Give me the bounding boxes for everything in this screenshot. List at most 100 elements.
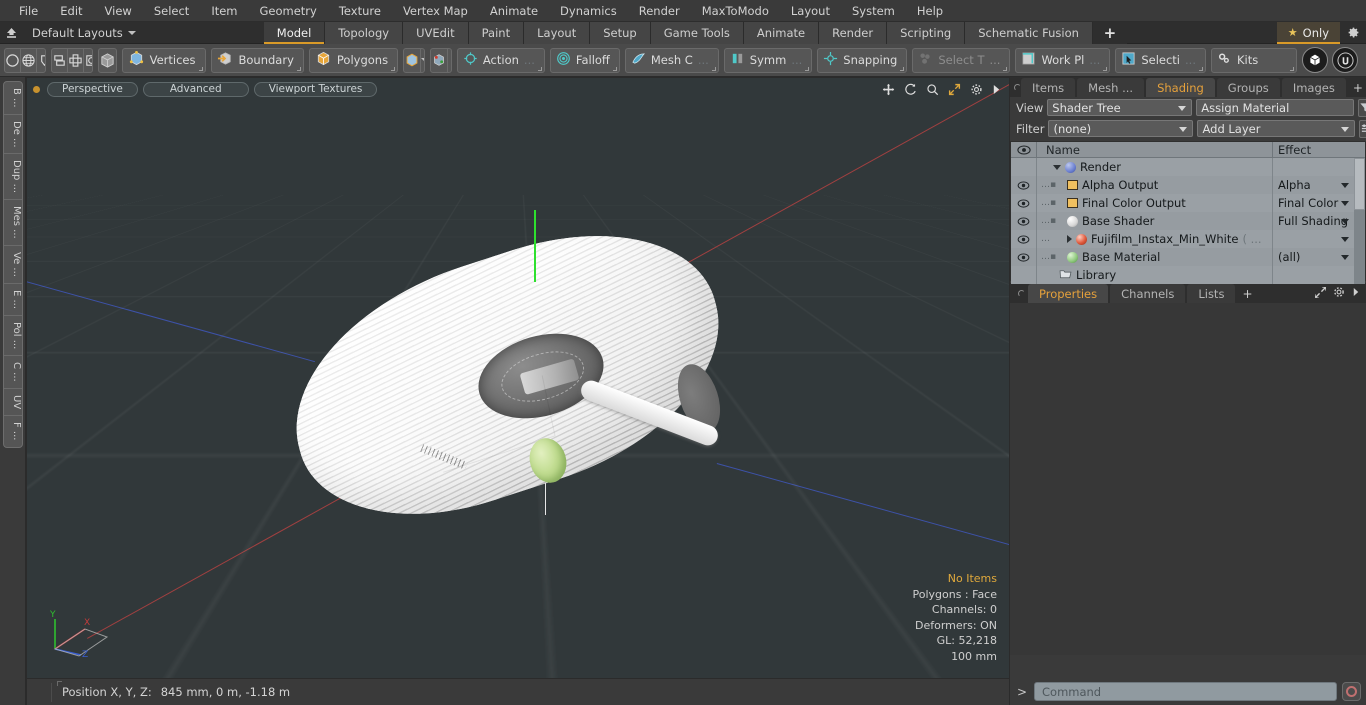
zoom-icon[interactable]	[926, 83, 939, 96]
gear-icon[interactable]	[1333, 286, 1345, 301]
twisty-down-icon[interactable]	[1053, 164, 1061, 170]
unreal-engine-icon[interactable]	[1332, 47, 1358, 73]
rotate-icon[interactable]	[904, 83, 917, 96]
left-tab-mesh[interactable]: Mes ...	[4, 200, 22, 246]
row-effect-cell[interactable]: (all)	[1273, 248, 1365, 266]
viewport-textures-dropdown[interactable]: Viewport Textures	[253, 81, 378, 97]
tool-button-falloff[interactable]: Falloff	[549, 47, 620, 73]
mode-button-polygons[interactable]: Polygons	[308, 47, 399, 73]
tab-lists[interactable]: Lists	[1187, 284, 1236, 303]
viewport-shading-dropdown[interactable]: Advanced	[142, 81, 249, 97]
shader-tree[interactable]: Name Effect Render …▪ Alpha Output Alpha…	[1010, 141, 1366, 284]
left-tab-basic[interactable]: B ...	[4, 82, 22, 115]
cube-orange-icon[interactable]	[404, 48, 422, 72]
left-tab-duplicate[interactable]: Dup ...	[4, 154, 22, 201]
layout-tab-layout[interactable]: Layout	[524, 21, 591, 44]
tool-button-select-through[interactable]: Select T ...	[912, 47, 1011, 73]
chevron-down-icon[interactable]	[421, 49, 424, 72]
tab-shading[interactable]: Shading	[1146, 78, 1215, 97]
tool-button-kits[interactable]: Kits	[1211, 47, 1297, 73]
left-tab-curve[interactable]: C ...	[4, 356, 22, 389]
frame-icon[interactable]	[84, 49, 92, 72]
tool-button-snapping[interactable]: Snapping	[817, 47, 908, 73]
layout-tab-paint[interactable]: Paint	[468, 21, 525, 44]
row-effect-cell[interactable]: Final Color	[1273, 194, 1365, 212]
mode-button-vertices[interactable]: Vertices	[121, 47, 206, 73]
center-icon[interactable]	[68, 48, 84, 72]
stack-icon[interactable]	[52, 48, 68, 72]
modo-bob-icon[interactable]	[1302, 47, 1328, 73]
table-row[interactable]: …▪ Alpha Output Alpha	[1011, 176, 1365, 194]
tab-mesh[interactable]: Mesh ...	[1077, 78, 1145, 97]
menu-item-dynamics[interactable]: Dynamics	[549, 1, 628, 21]
tool-button-mesh-constraint[interactable]: Mesh C ...	[624, 47, 719, 73]
tool-button-symmetry[interactable]: Symm ...	[723, 47, 813, 73]
layout-tab-game-tools[interactable]: Game Tools	[650, 21, 744, 44]
layout-tab-schematic-fusion[interactable]: Schematic Fusion	[965, 21, 1093, 44]
menu-item-help[interactable]: Help	[906, 1, 954, 21]
row-effect-cell[interactable]	[1273, 230, 1365, 248]
list-options-icon[interactable]	[1359, 119, 1366, 138]
assign-material-button[interactable]: Assign Material	[1196, 99, 1355, 116]
tab-channels[interactable]: Channels	[1110, 284, 1186, 303]
tool-button-selection-set[interactable]: Selecti ...	[1115, 47, 1206, 73]
table-row[interactable]: Library	[1011, 266, 1365, 284]
row-visibility-toggle[interactable]	[1011, 230, 1037, 248]
chevron-right-icon[interactable]	[992, 84, 1001, 95]
add-properties-tab-button[interactable]: +	[1237, 284, 1257, 303]
row-visibility-toggle[interactable]	[1011, 176, 1037, 194]
left-tab-uv[interactable]: UV	[4, 389, 22, 417]
command-input[interactable]: Command	[1034, 682, 1337, 701]
circle-icon[interactable]	[5, 48, 21, 72]
menu-item-texture[interactable]: Texture	[328, 1, 392, 21]
menu-item-item[interactable]: Item	[200, 1, 248, 21]
default-layouts-dropdown[interactable]: Default Layouts	[22, 26, 146, 40]
pen-icon[interactable]	[37, 49, 45, 72]
item-axis-y-handle[interactable]	[534, 210, 536, 282]
layout-tab-animate[interactable]: Animate	[743, 21, 820, 44]
layout-tab-model[interactable]: Model	[263, 21, 326, 44]
menu-item-select[interactable]: Select	[143, 1, 200, 21]
left-tab-edge[interactable]: E ...	[4, 284, 22, 316]
add-layout-tab-button[interactable]: +	[1092, 21, 1127, 44]
left-tab-fusion[interactable]: F ...	[4, 416, 22, 446]
gear-icon[interactable]	[970, 83, 983, 96]
menu-item-animate[interactable]: Animate	[479, 1, 549, 21]
panel-menu-icon[interactable]	[1014, 77, 1021, 97]
layout-tab-topology[interactable]: Topology	[325, 21, 404, 44]
twisty-right-icon[interactable]	[1067, 235, 1072, 243]
tab-items[interactable]: Items	[1021, 78, 1076, 97]
3d-viewport[interactable]: Perspective Advanced Viewport Textures Y…	[27, 78, 1009, 678]
filter-dropdown[interactable]: (none)	[1048, 120, 1194, 137]
instax-camera-model[interactable]	[242, 188, 762, 555]
menu-item-layout[interactable]: Layout	[780, 1, 841, 21]
layout-tab-render[interactable]: Render	[819, 21, 888, 44]
chevron-right-icon[interactable]	[1352, 287, 1360, 300]
mode-button-boundary[interactable]: Boundary	[210, 47, 304, 73]
view-dropdown[interactable]: Shader Tree	[1047, 99, 1193, 116]
menu-item-maxtomodo[interactable]: MaxToModo	[691, 1, 780, 21]
record-icon[interactable]	[1342, 682, 1361, 701]
home-up-icon[interactable]	[0, 23, 22, 43]
cube-pin-a-icon[interactable]	[431, 48, 448, 72]
left-tab-vertex[interactable]: Ve ...	[4, 246, 22, 284]
left-tab-polygon[interactable]: Pol ...	[4, 316, 22, 357]
expand-icon[interactable]	[1314, 285, 1327, 301]
row-effect-cell[interactable]: Alpha	[1273, 176, 1365, 194]
row-visibility-toggle[interactable]	[1011, 194, 1037, 212]
table-row[interactable]: …▪ Final Color Output Final Color	[1011, 194, 1365, 212]
row-effect-cell[interactable]: Full Shading	[1273, 212, 1365, 230]
table-row[interactable]: …▪ Base Shader Full Shading	[1011, 212, 1365, 230]
row-visibility-toggle[interactable]	[1011, 212, 1037, 230]
shader-tree-scrollbar[interactable]	[1354, 158, 1365, 284]
menu-item-geometry[interactable]: Geometry	[249, 1, 328, 21]
layout-tab-uvedit[interactable]: UVEdit	[403, 21, 469, 44]
globe-icon[interactable]	[21, 48, 37, 72]
cube-pin-b-icon[interactable]	[448, 49, 451, 72]
only-toggle-button[interactable]: ★ Only	[1276, 21, 1341, 44]
move-icon[interactable]	[882, 83, 895, 96]
add-layer-dropdown[interactable]: Add Layer	[1197, 120, 1356, 137]
layout-tab-setup[interactable]: Setup	[590, 21, 651, 44]
tab-groups[interactable]: Groups	[1216, 78, 1280, 97]
cube-solid-icon[interactable]	[97, 47, 117, 73]
